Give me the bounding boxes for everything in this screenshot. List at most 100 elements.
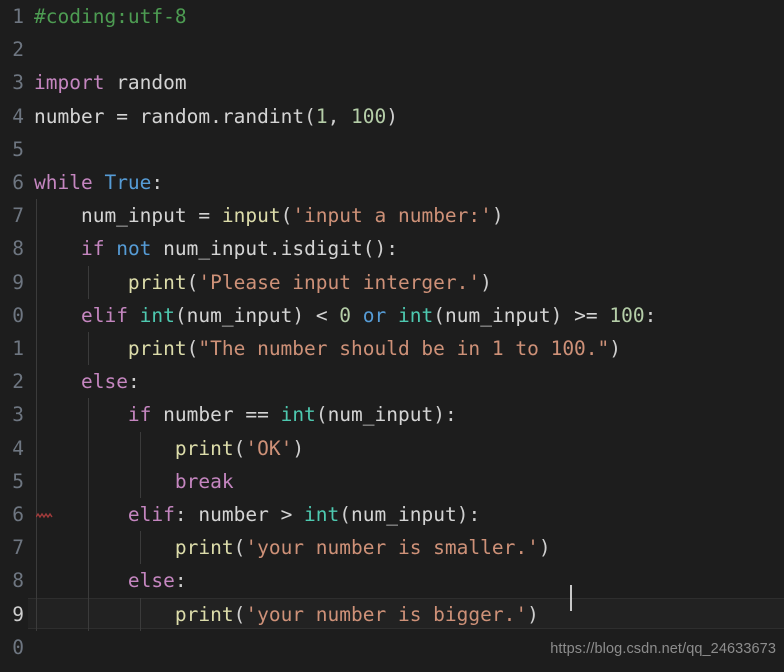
code-token: >	[280, 503, 305, 526]
code-line[interactable]: else:	[0, 564, 784, 598]
code-token: ):	[456, 503, 481, 526]
code-token: )	[538, 536, 551, 560]
code-token: number	[34, 104, 117, 128]
code-token: "The number should be in 1 to 100."	[198, 337, 610, 360]
code-line[interactable]: import random	[0, 66, 784, 99]
code-line[interactable]: break	[0, 464, 784, 498]
code-token: (	[233, 536, 246, 560]
code-token: else	[80, 370, 128, 394]
code-line[interactable]: elif: number > int(num_input):	[0, 498, 784, 532]
code-token: 1	[315, 104, 328, 128]
code-line[interactable]: if number == int(num_input):	[0, 398, 784, 432]
code-token: )	[292, 303, 316, 327]
code-token: .	[210, 104, 222, 128]
code-token: :	[174, 569, 187, 593]
text-cursor	[570, 585, 572, 611]
code-token: int	[280, 403, 316, 427]
code-token: randint	[221, 104, 305, 128]
code-token: while	[34, 171, 105, 194]
code-token: )	[292, 436, 305, 460]
code-line[interactable]: num_input = input('input a number:')	[0, 199, 784, 233]
code-line[interactable]: print('your number is bigger.')	[0, 597, 784, 631]
code-line-text: print("The number should be in 1 to 100.…	[34, 332, 621, 365]
code-token: (	[304, 104, 316, 128]
code-token: >=	[574, 303, 610, 327]
code-token: num_input	[351, 503, 457, 526]
code-token: =	[116, 104, 140, 128]
code-token: num_input	[327, 403, 434, 427]
code-token: random	[104, 71, 187, 95]
code-line[interactable]: else:	[0, 365, 784, 399]
code-token: 'your number is smaller.'	[245, 536, 539, 560]
code-token: not	[116, 237, 164, 261]
code-token: (	[186, 270, 199, 294]
code-line-text: elif int(num_input) < 0 or int(num_input…	[34, 299, 656, 332]
code-token: elif	[80, 303, 140, 327]
code-token: ():	[362, 237, 399, 261]
code-line-text: print('your number is smaller.')	[34, 531, 551, 564]
code-token: (	[174, 303, 187, 327]
code-token: number	[198, 503, 281, 526]
code-token: :	[127, 370, 140, 394]
code-line[interactable]: print('OK')	[0, 431, 784, 465]
code-line[interactable]	[0, 33, 784, 66]
code-line-text: if number == int(num_input):	[34, 398, 457, 431]
code-token: )	[386, 104, 399, 128]
code-token: break	[174, 469, 234, 493]
code-token: (	[280, 204, 293, 228]
code-token: )	[480, 270, 492, 294]
code-token: int	[398, 303, 434, 327]
code-token: print	[174, 602, 234, 626]
code-line-text: break	[34, 465, 234, 498]
error-squiggle-icon	[36, 512, 53, 519]
code-line-text: elif: number > int(num_input):	[34, 498, 480, 531]
code-area[interactable]: #coding:utf-8 import random number = rando…	[0, 0, 784, 672]
code-token: ==	[245, 403, 281, 427]
code-token: isdigit	[280, 237, 363, 261]
code-token: )	[527, 602, 539, 626]
code-token: 'your number is bigger.	[245, 602, 516, 626]
code-token: number	[163, 403, 246, 427]
code-line-text: import random	[34, 66, 187, 99]
code-token: 'OK'	[245, 436, 293, 460]
code-token: '	[515, 602, 528, 626]
code-line[interactable]: #coding:utf-8	[0, 0, 784, 33]
code-line-text: else:	[34, 365, 140, 398]
code-token: print	[174, 436, 234, 460]
code-line[interactable]: if not num_input.isdigit():	[0, 232, 784, 266]
code-token: <	[315, 303, 340, 327]
code-editor[interactable]: #coding:utf-8 import random number = rando…	[0, 0, 784, 672]
code-token: elif	[127, 503, 175, 526]
code-token: num_input	[163, 237, 269, 261]
code-token: print	[127, 270, 187, 294]
code-token: (	[233, 436, 246, 460]
code-line-text: number = random.randint(1, 100)	[34, 100, 398, 133]
code-line[interactable]: print("The number should be in 1 to 100.…	[0, 332, 784, 366]
code-token: (	[339, 503, 352, 526]
code-token: else	[127, 569, 175, 593]
code-line[interactable]: while True:	[0, 166, 784, 199]
code-line[interactable]: print('your number is smaller.')	[0, 531, 784, 565]
code-token: 100	[351, 104, 387, 128]
code-token: )	[491, 204, 504, 228]
code-line[interactable]	[0, 133, 784, 166]
code-line[interactable]: elif int(num_input) < 0 or int(num_input…	[0, 298, 784, 332]
code-token: num_input	[445, 303, 551, 327]
code-token: (	[233, 602, 246, 626]
code-line[interactable]: number = random.randint(1, 100)	[0, 100, 784, 133]
code-token: :	[174, 503, 199, 526]
code-line[interactable]: print('Please input interger.')	[0, 265, 784, 299]
code-token: (	[186, 337, 199, 360]
code-token: num_input	[186, 303, 293, 327]
code-token: 'input a number:'	[292, 204, 492, 228]
code-token: print	[127, 337, 187, 360]
code-token: ,	[327, 104, 352, 128]
